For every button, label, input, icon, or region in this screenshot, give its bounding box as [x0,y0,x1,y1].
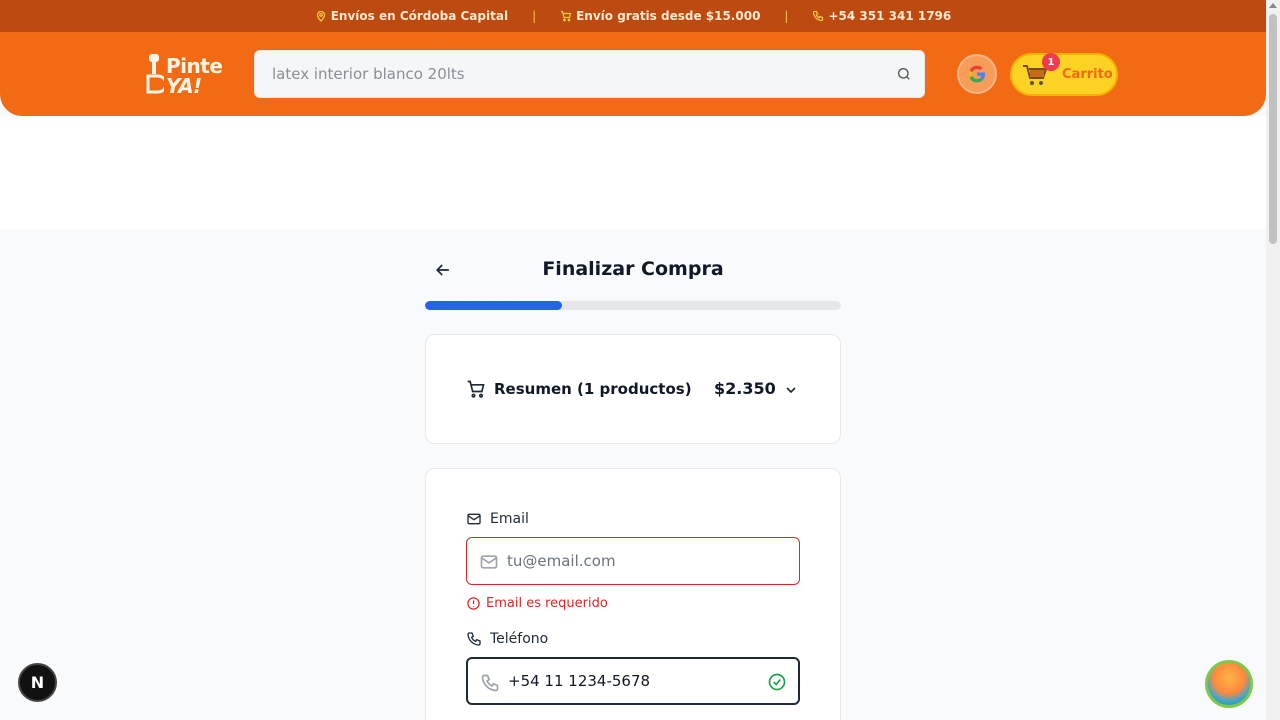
search-icon[interactable] [896,66,912,82]
cart-count-badge: 1 [1042,53,1060,71]
cart-label: Carrito [1062,67,1113,82]
google-icon [968,65,985,83]
delivery-text: Envíos en Córdoba Capital [330,9,509,23]
location-pin-icon [316,10,325,22]
free-shipping-text: Envío gratis desde $15.000 [576,9,761,23]
phone-icon [467,632,481,646]
logo-text-ya: YA! [166,74,202,98]
phone-label-text: Teléfono [490,631,549,647]
banner-area [0,116,1266,230]
cart-icon [467,380,485,398]
chevron-down-icon[interactable] [783,382,799,398]
order-summary-card[interactable]: Resumen (1 productos) $2.350 [425,334,841,444]
progress-fill [425,301,563,310]
email-field-wrapper [466,537,800,585]
phone-text: +54 351 341 1796 [828,9,952,23]
checkout-header: Finalizar Compra [425,252,841,288]
email-error-text: Email es requerido [486,596,608,611]
page-title: Finalizar Compra [542,258,724,280]
cart-button[interactable]: 1 Carrito [1010,53,1118,96]
email-label: Email [466,511,529,527]
phone-field[interactable] [468,659,798,703]
search-input[interactable] [255,51,875,97]
chat-assistant-button[interactable] [1205,660,1253,708]
search-bar [254,50,925,98]
contact-form-card: Email Email es requerido Teléfono [425,468,841,720]
summary-total: $2.350 [714,379,776,398]
site-header: Pinte YA! 1 Carrito [0,32,1266,116]
phone-label: Teléfono [466,631,548,647]
page-scrollbar[interactable] [1266,0,1280,720]
nextjs-dev-button[interactable]: N [18,663,57,702]
google-login-button[interactable] [957,54,997,94]
phone-icon [813,10,824,22]
free-shipping-info: Envío gratis desde $15.000 [560,9,760,23]
mail-icon [467,513,481,525]
delivery-info: Envíos en Córdoba Capital [315,9,508,23]
cart-icon [561,10,572,22]
email-label-text: Email [490,511,529,527]
summary-label: Resumen (1 productos) [494,380,692,398]
scrollbar-thumb[interactable] [1269,14,1277,244]
separator: | [784,9,789,23]
check-circle-icon [768,673,786,691]
phone-field-wrapper [466,657,800,705]
announcement-bar: Envíos en Córdoba Capital | Envío gratis… [0,0,1266,32]
logo[interactable]: Pinte YA! [146,52,226,98]
alert-circle-icon [467,597,480,610]
phone-info[interactable]: +54 351 341 1796 [812,9,951,23]
email-error-message: Email es requerido [466,596,608,611]
email-field[interactable] [467,538,799,584]
checkout-progress-bar [425,301,841,310]
scroll-up-arrow-icon[interactable] [1269,3,1277,8]
separator: | [532,9,537,23]
paint-roller-icon [146,54,164,94]
